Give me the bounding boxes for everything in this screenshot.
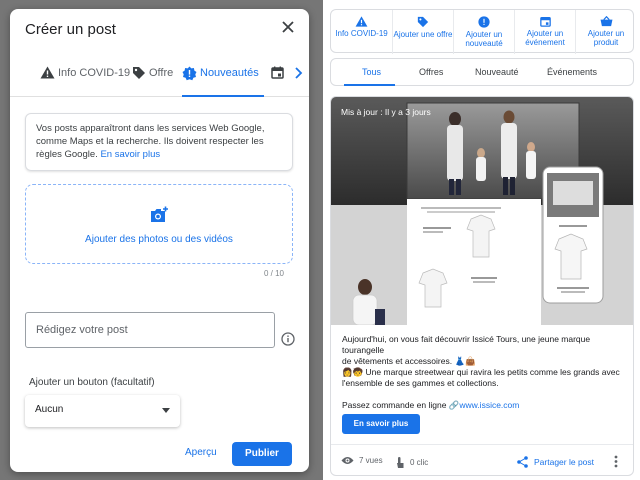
- tab-offre-label: Offre: [149, 67, 174, 79]
- warning-icon: [355, 16, 368, 27]
- website-link[interactable]: www.issice.com: [459, 400, 519, 410]
- action-add-news[interactable]: Ajouter un nouveauté: [453, 10, 514, 54]
- post-text-input[interactable]: Rédigez votre post: [25, 312, 275, 348]
- tab-covid[interactable]: Info COVID-19: [40, 66, 131, 97]
- dialog-title: Créer un post: [25, 21, 116, 38]
- eye-icon: [341, 457, 354, 464]
- action-covid[interactable]: Info COVID-19: [331, 10, 392, 54]
- publish-button[interactable]: Publier: [232, 442, 292, 466]
- select-value: Aucun: [35, 404, 64, 415]
- post-filter-tabs: Tous Offres Nouveauté Événements: [330, 58, 634, 86]
- action-add-news-label: Ajouter un nouveauté: [465, 30, 503, 48]
- active-tab-indicator: [182, 95, 264, 97]
- share-icon: [517, 456, 528, 468]
- chevron-right-icon[interactable]: [293, 67, 303, 79]
- warning-icon: [40, 66, 55, 79]
- post-body: Aujourd'hui, on vous fait découvrir Issi…: [342, 334, 632, 411]
- calendar-icon: [539, 17, 551, 27]
- order-text: Passez commande en ligne 🔗: [342, 400, 460, 410]
- post-stats-bar: 7 vues 0 clic Partager le post: [331, 444, 633, 475]
- dropdown-arrow-icon: [162, 408, 170, 413]
- action-covid-label: Info COVID-19: [335, 29, 388, 38]
- tap-icon: [397, 457, 404, 468]
- post-text-line: l'ensemble de ses gammes et collections.: [342, 378, 499, 388]
- tag-icon: [417, 16, 429, 28]
- share-label: Partager le post: [534, 457, 595, 467]
- learn-more-button[interactable]: En savoir plus: [342, 414, 420, 434]
- post-image[interactable]: Mis à jour : Il y a 3 jours: [331, 97, 633, 325]
- post-actions-bar: Info COVID-19 Ajouter une offre Ajouter …: [330, 9, 636, 54]
- post-text-line: Aujourd'hui, on vous fait découvrir Issi…: [342, 334, 591, 355]
- action-add-offer-label: Ajouter une offre: [393, 30, 453, 39]
- add-photo-icon: [151, 206, 168, 222]
- action-add-event-label: Ajouter un événement: [525, 29, 565, 47]
- filter-tab-events[interactable]: Événements: [547, 67, 597, 77]
- basket-icon: [600, 16, 612, 27]
- tab-offre[interactable]: Offre: [132, 67, 173, 97]
- info-notice: Vos posts apparaîtront dans les services…: [25, 113, 293, 171]
- upload-label: Ajouter des photos ou des vidéos: [85, 234, 233, 245]
- share-post-button[interactable]: Partager le post: [517, 456, 594, 468]
- updated-timestamp: Mis à jour : Il y a 3 jours: [341, 107, 431, 117]
- more-vert-icon[interactable]: [614, 455, 618, 468]
- media-counter: 0 / 10: [263, 269, 284, 278]
- filter-tab-news[interactable]: Nouveauté: [475, 67, 519, 77]
- clicks-count: 0 clic: [410, 458, 429, 467]
- filter-tab-all[interactable]: Tous: [362, 67, 381, 77]
- views-stat: 7 vues: [341, 456, 383, 465]
- new-icon: [478, 16, 490, 28]
- tab-covid-label: Info COVID-19: [58, 67, 131, 79]
- posts-pane: Info COVID-19 Ajouter une offre Ajouter …: [323, 0, 640, 480]
- info-icon[interactable]: [281, 332, 295, 346]
- new-icon: [182, 66, 197, 81]
- tab-evenement[interactable]: [271, 66, 287, 97]
- create-post-dialog: Créer un post Info COVID-19 Offre Nouvea…: [10, 9, 309, 472]
- action-add-offer[interactable]: Ajouter une offre: [392, 10, 453, 54]
- preview-button[interactable]: Aperçu: [185, 447, 217, 458]
- post-card: Mis à jour : Il y a 3 jours Aujourd'hui,…: [330, 96, 634, 476]
- calendar-icon: [271, 66, 284, 79]
- button-section-label: Ajouter un bouton (facultatif): [29, 377, 155, 388]
- views-count: 7 vues: [359, 456, 383, 465]
- filter-tab-offers[interactable]: Offres: [419, 67, 443, 77]
- action-add-product[interactable]: Ajouter un produit: [575, 10, 636, 54]
- action-add-product-label: Ajouter un produit: [587, 29, 625, 47]
- button-type-select[interactable]: Aucun: [25, 395, 180, 427]
- learn-more-link[interactable]: En savoir plus: [100, 149, 160, 160]
- post-text-spacer: [342, 389, 632, 400]
- post-type-tabs: Info COVID-19 Offre Nouveautés: [10, 59, 309, 97]
- media-upload-area[interactable]: Ajouter des photos ou des vidéos: [25, 184, 293, 264]
- active-filter-indicator: [344, 84, 395, 86]
- tab-nouveautes[interactable]: Nouveautés: [182, 66, 264, 97]
- website-mockup-image: [331, 97, 633, 325]
- post-text-line: de vêtements et accessoires. 👗👜: [342, 356, 476, 366]
- tag-icon: [133, 67, 145, 79]
- post-text-line: 👩🧒 Une marque streetwear qui ravira les …: [342, 367, 620, 377]
- action-add-event[interactable]: Ajouter un événement: [514, 10, 575, 54]
- clicks-stat: 0 clic: [395, 456, 428, 469]
- tab-nouveautes-label: Nouveautés: [200, 67, 259, 79]
- close-icon[interactable]: [280, 19, 296, 35]
